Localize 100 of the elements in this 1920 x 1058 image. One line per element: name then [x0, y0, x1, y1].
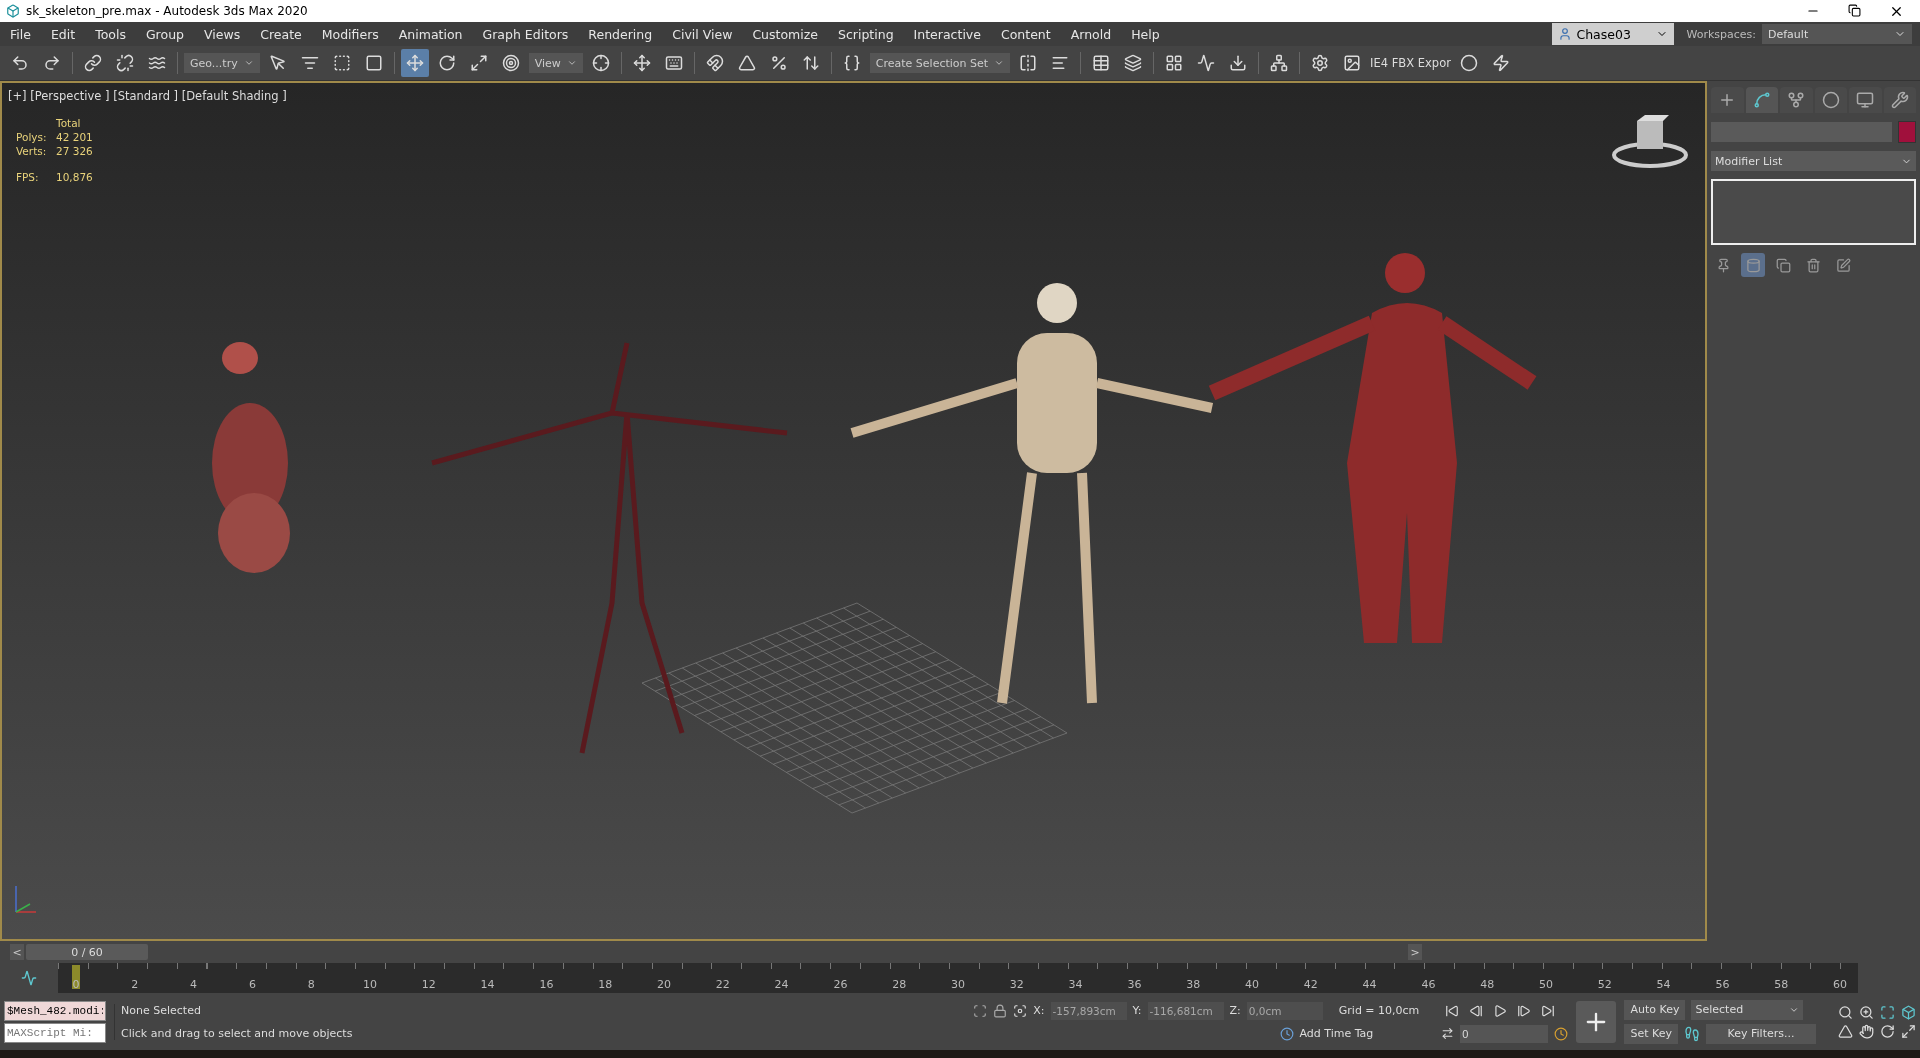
coordinate-field[interactable]: -116,681cm [1147, 1001, 1224, 1020]
frame-number: 60 [1833, 978, 1847, 991]
frame-number: 14 [480, 978, 495, 991]
step-back-icon [1469, 1003, 1484, 1018]
restore-icon[interactable] [1848, 3, 1861, 17]
mirror-icon [1019, 54, 1038, 72]
toolbar-dropdown[interactable]: View [528, 53, 583, 73]
listener-field[interactable]: MAXScript Mi: [4, 1022, 106, 1043]
add-time-tag-button[interactable]: Add Time Tag [1273, 1025, 1380, 1042]
menu-item[interactable]: Group [135, 26, 194, 42]
menu-item[interactable]: Edit [40, 26, 86, 42]
frame-number: 6 [248, 978, 256, 991]
frame-number: 56 [1715, 978, 1730, 991]
modify-icon [1752, 91, 1771, 109]
menu-item[interactable]: Graph Editors [472, 26, 579, 42]
menu-item[interactable]: Tools [85, 26, 136, 42]
viewport-label[interactable]: [+] [Perspective ] [Standard ] [Default Shading ] [8, 89, 287, 103]
menu-item[interactable]: Views [194, 26, 251, 42]
menu-item[interactable]: Rendering [578, 26, 663, 42]
modifier-list-dropdown[interactable]: Modifier List [1711, 151, 1916, 171]
percent-snap-icon [769, 54, 788, 72]
pan-icon[interactable] [1859, 1023, 1874, 1039]
motion-icon [1821, 91, 1840, 109]
frame-number: 34 [1068, 978, 1083, 991]
frame-number: 26 [833, 978, 848, 991]
frame-number: 54 [1656, 978, 1671, 991]
select-icon [268, 54, 287, 72]
coordinate-label: Z: [1229, 1004, 1241, 1017]
curve-editor-icon[interactable] [21, 970, 37, 986]
view-cube-icon[interactable] [1611, 113, 1689, 169]
menu-item[interactable]: Scripting [828, 26, 904, 42]
menu-item[interactable]: Civil View [662, 26, 743, 42]
frame-number: 10 [363, 978, 377, 991]
frame-number: 4 [190, 978, 198, 991]
fps-value: 10,876 [56, 171, 93, 183]
workspaces-dropdown[interactable]: Default [1762, 24, 1912, 44]
zoom-extents-icon[interactable] [1880, 1004, 1895, 1020]
panel-tab[interactable] [1849, 87, 1882, 113]
set-key-button[interactable]: Set Key [1624, 1023, 1678, 1044]
scale-icon [469, 54, 488, 72]
panel-tab[interactable] [1814, 87, 1847, 113]
key-filters-button[interactable]: Key Filters... [1706, 1023, 1816, 1044]
stat-label: Polys: [16, 131, 48, 143]
key-mode-dropdown[interactable]: Selected [1691, 999, 1804, 1020]
toolbar-button[interactable] [400, 49, 429, 77]
auto-key-button[interactable]: Auto Key [1624, 999, 1686, 1020]
coordinate-label: Y: [1132, 1004, 1142, 1017]
set-keys-button[interactable] [1576, 1000, 1617, 1043]
frame-number: 0 [72, 978, 80, 991]
user-dropdown[interactable]: Chase03 [1552, 23, 1675, 45]
configure-icon [1835, 257, 1851, 273]
menu-item[interactable]: Modifiers [311, 26, 389, 42]
listener-field[interactable]: $Mesh_482.modi: [4, 1000, 106, 1021]
zoom-all-icon[interactable] [1859, 1004, 1874, 1020]
align-icon [1051, 54, 1070, 72]
menu-item[interactable]: Customize [742, 26, 828, 42]
frame-number: 38 [1186, 978, 1201, 991]
menu-item[interactable]: Create [250, 26, 312, 42]
maximize-viewport-icon[interactable] [1901, 1023, 1916, 1039]
menu-item[interactable]: File [0, 26, 41, 42]
play-icon [1493, 1003, 1508, 1018]
panel-tab[interactable] [1883, 87, 1916, 113]
link-icon [84, 54, 102, 72]
fps-label: FPS: [16, 171, 40, 183]
curve-editor-icon [1197, 54, 1216, 72]
panel-tab[interactable] [1780, 87, 1813, 113]
next-frame-button[interactable]: > [1408, 944, 1422, 960]
frame-number: 52 [1597, 978, 1612, 991]
time-slider-thumb[interactable]: 0 / 60 [26, 944, 148, 960]
lock-icon[interactable] [993, 1003, 1008, 1018]
frame-number: 42 [1303, 978, 1318, 991]
previous-frame-button[interactable]: < [10, 944, 24, 960]
menu-item[interactable]: Content [990, 26, 1061, 42]
plugin-label: IE4 FBX Expor [1370, 56, 1451, 70]
trash-icon [1805, 257, 1821, 273]
zoom-icon[interactable] [1838, 1004, 1853, 1020]
menu-item[interactable]: Animation [388, 26, 473, 42]
coordinate-label: X: [1033, 1004, 1045, 1017]
window-title: sk_skeleton_pre.max - Autodesk 3ds Max 2020 [26, 4, 309, 18]
current-frame-field[interactable]: 0 [1460, 1024, 1549, 1043]
coordinate-field[interactable]: -157,893cm [1050, 1001, 1127, 1020]
toolbar-dropdown[interactable]: Geo...try [184, 53, 260, 73]
frame-number: 44 [1362, 978, 1377, 991]
menu-item[interactable]: Interactive [903, 26, 991, 42]
panel-tab[interactable] [1745, 87, 1778, 113]
menu-item[interactable]: Arnold [1060, 26, 1122, 42]
render-setup-icon [1311, 54, 1330, 72]
stat-value: 42 201 [56, 131, 93, 143]
menu-item[interactable]: Help [1121, 26, 1170, 42]
region-select-icon [332, 54, 351, 72]
object-color-swatch[interactable] [1898, 121, 1916, 143]
utilities-icon [1890, 91, 1909, 109]
select-by-name-icon [300, 54, 319, 72]
coordinate-field[interactable]: 0,0cm [1246, 1001, 1323, 1020]
skip-back-icon [1445, 1003, 1460, 1018]
toolbar-dropdown[interactable]: Create Selection Set [869, 53, 1011, 73]
workspaces-label: Workspaces: [1686, 27, 1756, 41]
panel-tab[interactable] [1711, 87, 1744, 113]
unlink-icon [116, 54, 134, 72]
orbit-icon[interactable] [1880, 1023, 1895, 1039]
